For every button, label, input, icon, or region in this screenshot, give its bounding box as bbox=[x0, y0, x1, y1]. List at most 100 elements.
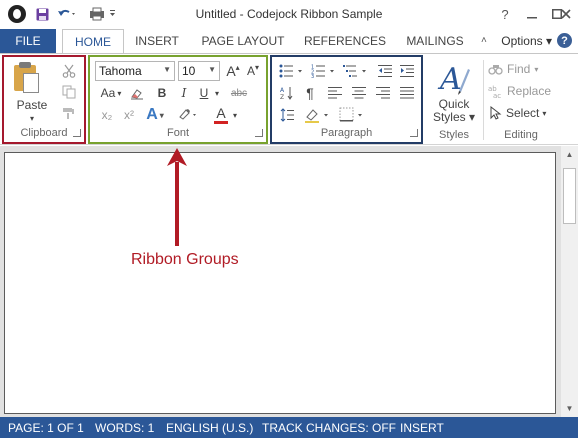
shading-button[interactable] bbox=[302, 105, 334, 125]
group-paragraph: 123 AZ ¶ Paragraph bbox=[270, 55, 423, 144]
quick-styles-icon[interactable]: A bbox=[436, 59, 472, 99]
paste-clip-icon bbox=[19, 62, 31, 68]
cut-icon[interactable] bbox=[60, 62, 78, 80]
svg-text:A: A bbox=[280, 87, 285, 94]
quick-styles-line1[interactable]: Quick bbox=[426, 97, 482, 111]
shrink-font-icon: ▾ bbox=[255, 62, 260, 72]
font-name-value: Tahoma bbox=[99, 64, 142, 78]
annotation-label: Ribbon Groups bbox=[131, 251, 239, 268]
change-case-dropdown-icon: ▾ bbox=[117, 88, 122, 98]
tab-home[interactable]: HOME bbox=[62, 29, 124, 54]
subscript-button[interactable]: x₂ bbox=[98, 106, 116, 124]
window-title: Untitled - Codejock Ribbon Sample bbox=[195, 7, 383, 21]
find-button[interactable]: Find ▾ bbox=[488, 60, 554, 78]
font-name-combo[interactable]: Tahoma ▼ bbox=[95, 61, 175, 81]
shrink-font-label: A bbox=[246, 64, 255, 78]
bold-button[interactable]: B bbox=[154, 84, 170, 102]
italic-button[interactable]: I bbox=[176, 84, 192, 102]
decrease-indent-icon[interactable] bbox=[376, 62, 394, 80]
tab-insert[interactable]: INSERT bbox=[129, 29, 185, 53]
tab-mailings[interactable]: MAILINGS bbox=[400, 29, 470, 53]
increase-indent-icon[interactable] bbox=[398, 62, 416, 80]
status-page[interactable]: PAGE: 1 OF 1 bbox=[8, 421, 84, 435]
borders-button[interactable] bbox=[338, 105, 368, 125]
font-name-dropdown-icon[interactable]: ▼ bbox=[163, 65, 171, 74]
align-center-icon[interactable] bbox=[350, 84, 368, 102]
sort-icon[interactable]: AZ bbox=[278, 84, 296, 102]
group-label-styles: Styles bbox=[439, 129, 469, 141]
scroll-down-icon[interactable]: ▼ bbox=[561, 400, 578, 417]
paste-sheet-icon bbox=[23, 73, 39, 93]
ribbon: Paste ▾ Clipboard Tahoma ▼ 10 ▼ A ▴ A ▾ Aa… bbox=[0, 53, 578, 145]
select-button[interactable]: Select ▾ bbox=[488, 104, 554, 122]
tab-references[interactable]: REFERENCES bbox=[302, 29, 388, 53]
group-label-paragraph: Paragraph bbox=[320, 127, 373, 139]
close-button[interactable] bbox=[554, 4, 578, 24]
paragraph-launcher-icon[interactable] bbox=[410, 129, 418, 137]
minimize-button[interactable] bbox=[521, 4, 543, 24]
format-painter-icon[interactable] bbox=[60, 104, 78, 122]
text-effects-button[interactable]: A ▾ bbox=[144, 105, 166, 125]
find-label: Find bbox=[507, 62, 531, 76]
quick-styles-line2[interactable]: Styles ▾ bbox=[426, 110, 482, 124]
font-color-dropdown-icon[interactable]: ▾ bbox=[230, 106, 240, 124]
select-label: Select bbox=[506, 106, 540, 120]
annotation-arrow-icon bbox=[167, 148, 187, 246]
group-font: Tahoma ▼ 10 ▼ A ▴ A ▾ Aa ▾ B I U ▾ abc x₂ x… bbox=[88, 55, 268, 144]
svg-text:ac: ac bbox=[493, 92, 501, 98]
grow-font-icon: ▴ bbox=[235, 62, 240, 72]
ribbon-tabs: FILE HOME INSERT PAGE LAYOUT REFERENCES … bbox=[0, 29, 578, 54]
status-bar: PAGE: 1 OF 1 WORDS: 1 ENGLISH (U.S.) TRA… bbox=[0, 417, 578, 438]
grow-font-label: A bbox=[226, 63, 236, 79]
font-size-dropdown-icon[interactable]: ▼ bbox=[208, 65, 216, 74]
group-label-clipboard: Clipboard bbox=[20, 127, 68, 139]
tab-file[interactable]: FILE bbox=[0, 29, 56, 53]
shrink-font-button[interactable]: A ▾ bbox=[244, 62, 262, 80]
font-size-combo[interactable]: 10 ▼ bbox=[178, 61, 220, 81]
text-effects-label: A bbox=[146, 106, 158, 123]
multilevel-list-button[interactable] bbox=[342, 62, 370, 80]
paste-dropdown-icon[interactable]: ▾ bbox=[26, 113, 38, 123]
collapse-ribbon-icon[interactable]: ˄ bbox=[481, 35, 487, 46]
select-dropdown-icon: ▾ bbox=[542, 108, 547, 118]
options-menu[interactable]: Options ▾ bbox=[501, 34, 552, 48]
document-page[interactable] bbox=[4, 152, 556, 414]
tab-page-layout[interactable]: PAGE LAYOUT bbox=[197, 29, 289, 53]
grow-font-button[interactable]: A ▴ bbox=[224, 62, 242, 80]
font-size-value: 10 bbox=[182, 64, 196, 78]
group-styles: A Quick Styles ▾ Styles bbox=[426, 55, 482, 144]
justify-icon[interactable] bbox=[398, 84, 416, 102]
text-effects-dropdown-icon: ▾ bbox=[159, 110, 164, 120]
scroll-up-icon[interactable]: ▲ bbox=[561, 146, 578, 163]
status-mode[interactable]: INSERT bbox=[400, 421, 444, 435]
font-launcher-icon[interactable] bbox=[255, 129, 263, 137]
vertical-scrollbar[interactable]: ▲ ▼ bbox=[561, 146, 578, 417]
group-editing: Find ▾ ab ac Replace Select ▾ Editing bbox=[486, 55, 556, 144]
change-case-label: Aa bbox=[100, 86, 116, 100]
status-track-changes[interactable]: TRACK CHANGES: OFF bbox=[262, 421, 396, 435]
change-case-button[interactable]: Aa ▾ bbox=[96, 84, 126, 102]
line-spacing-icon[interactable] bbox=[278, 106, 296, 124]
highlight-button[interactable] bbox=[172, 106, 202, 124]
clipboard-launcher-icon[interactable] bbox=[73, 129, 81, 137]
scroll-thumb[interactable] bbox=[563, 168, 576, 224]
superscript-button[interactable]: x² bbox=[120, 106, 138, 124]
status-words[interactable]: WORDS: 1 bbox=[95, 421, 154, 435]
bullets-button[interactable] bbox=[278, 62, 306, 80]
clear-formatting-icon[interactable] bbox=[129, 84, 145, 102]
replace-button[interactable]: ab ac Replace bbox=[488, 82, 556, 100]
numbering-button[interactable]: 123 bbox=[310, 62, 338, 80]
status-language[interactable]: ENGLISH (U.S.) bbox=[166, 421, 253, 435]
align-right-icon[interactable] bbox=[374, 84, 392, 102]
help-icon[interactable]: ? bbox=[557, 33, 572, 48]
align-left-icon[interactable] bbox=[326, 84, 344, 102]
copy-icon[interactable] bbox=[60, 83, 78, 101]
svg-text:Z: Z bbox=[280, 94, 284, 100]
underline-button[interactable]: U bbox=[196, 84, 212, 102]
title-bar: Untitled - Codejock Ribbon Sample ? bbox=[0, 0, 578, 28]
paste-button[interactable]: Paste bbox=[14, 97, 50, 113]
show-marks-button[interactable]: ¶ bbox=[302, 84, 318, 102]
help-window-button[interactable]: ? bbox=[494, 4, 516, 24]
strikethrough-button[interactable]: abc bbox=[228, 84, 250, 102]
underline-dropdown-icon[interactable]: ▾ bbox=[212, 84, 222, 102]
